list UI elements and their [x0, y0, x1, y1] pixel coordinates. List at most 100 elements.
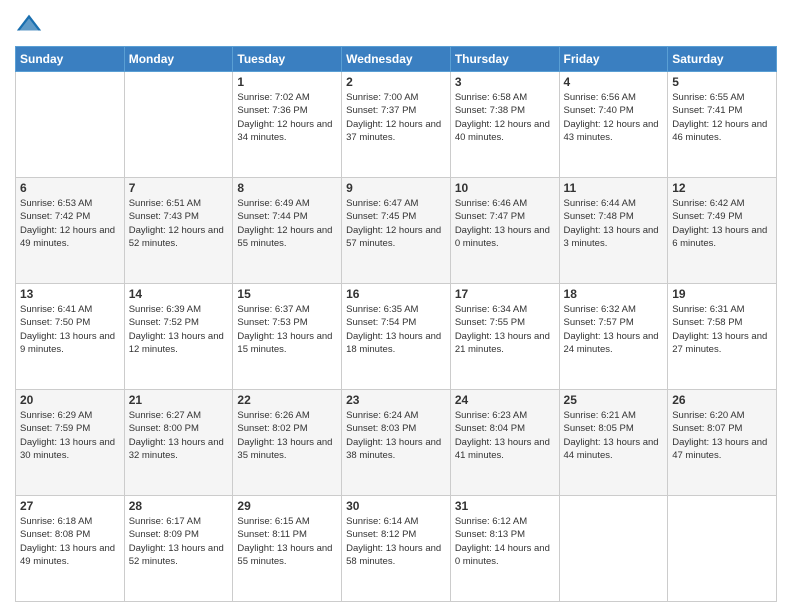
day-number: 30 [346, 499, 446, 513]
calendar-cell: 22 Sunrise: 6:26 AM Sunset: 8:02 PM Dayli… [233, 390, 342, 496]
calendar-cell: 25 Sunrise: 6:21 AM Sunset: 8:05 PM Dayli… [559, 390, 668, 496]
day-info: Sunrise: 6:55 AM Sunset: 7:41 PM Dayligh… [672, 91, 772, 144]
day-number: 28 [129, 499, 229, 513]
calendar-cell: 26 Sunrise: 6:20 AM Sunset: 8:07 PM Dayli… [668, 390, 777, 496]
calendar-cell: 29Sunrise: 6:15 AM Sunset: 8:11 PM Dayli… [233, 496, 342, 602]
day-header-sunday: Sunday [16, 47, 125, 72]
day-header-wednesday: Wednesday [342, 47, 451, 72]
calendar-header-row: SundayMondayTuesdayWednesdayThursdayFrid… [16, 47, 777, 72]
day-number: 8 [237, 181, 337, 195]
day-header-tuesday: Tuesday [233, 47, 342, 72]
day-number: 16 [346, 287, 446, 301]
day-number: 24 [455, 393, 555, 407]
day-info: Sunrise: 6:23 AM Sunset: 8:04 PM Dayligh… [455, 409, 555, 462]
calendar-cell: 15Sunrise: 6:37 AM Sunset: 7:53 PM Dayli… [233, 284, 342, 390]
day-info: Sunrise: 6:31 AM Sunset: 7:58 PM Dayligh… [672, 303, 772, 356]
day-number: 26 [672, 393, 772, 407]
day-number: 29 [237, 499, 337, 513]
calendar-cell: 9Sunrise: 6:47 AM Sunset: 7:45 PM Daylig… [342, 178, 451, 284]
logo [15, 10, 45, 38]
day-info: Sunrise: 6:17 AM Sunset: 8:09 PM Dayligh… [129, 515, 229, 568]
calendar-cell: 31Sunrise: 6:12 AM Sunset: 8:13 PM Dayli… [450, 496, 559, 602]
day-info: Sunrise: 6:58 AM Sunset: 7:38 PM Dayligh… [455, 91, 555, 144]
day-info: Sunrise: 6:21 AM Sunset: 8:05 PM Dayligh… [564, 409, 664, 462]
calendar-cell: 10 Sunrise: 6:46 AM Sunset: 7:47 PM Dayli… [450, 178, 559, 284]
day-number: 4 [564, 75, 664, 89]
day-info: Sunrise: 6:49 AM Sunset: 7:44 PM Dayligh… [237, 197, 337, 250]
day-number: 21 [129, 393, 229, 407]
calendar-cell: 18 Sunrise: 6:32 AM Sunset: 7:57 PM Dayli… [559, 284, 668, 390]
calendar-cell: 11 Sunrise: 6:44 AM Sunset: 7:48 PM Dayli… [559, 178, 668, 284]
header [15, 10, 777, 38]
day-info: Sunrise: 6:34 AM Sunset: 7:55 PM Dayligh… [455, 303, 555, 356]
calendar-cell: 17 Sunrise: 6:34 AM Sunset: 7:55 PM Dayli… [450, 284, 559, 390]
calendar-cell: 28 Sunrise: 6:17 AM Sunset: 8:09 PM Dayli… [124, 496, 233, 602]
day-info: Sunrise: 6:51 AM Sunset: 7:43 PM Dayligh… [129, 197, 229, 250]
day-number: 13 [20, 287, 120, 301]
day-info: Sunrise: 6:53 AM Sunset: 7:42 PM Dayligh… [20, 197, 120, 250]
calendar-cell [124, 72, 233, 178]
day-number: 23 [346, 393, 446, 407]
day-number: 18 [564, 287, 664, 301]
day-info: Sunrise: 6:32 AM Sunset: 7:57 PM Dayligh… [564, 303, 664, 356]
calendar-cell [559, 496, 668, 602]
calendar-cell: 24 Sunrise: 6:23 AM Sunset: 8:04 PM Dayli… [450, 390, 559, 496]
day-info: Sunrise: 7:02 AM Sunset: 7:36 PM Dayligh… [237, 91, 337, 144]
day-info: Sunrise: 6:24 AM Sunset: 8:03 PM Dayligh… [346, 409, 446, 462]
calendar-cell: 16 Sunrise: 6:35 AM Sunset: 7:54 PM Dayli… [342, 284, 451, 390]
day-info: Sunrise: 6:41 AM Sunset: 7:50 PM Dayligh… [20, 303, 120, 356]
day-number: 17 [455, 287, 555, 301]
day-number: 31 [455, 499, 555, 513]
calendar-cell: 14 Sunrise: 6:39 AM Sunset: 7:52 PM Dayli… [124, 284, 233, 390]
day-info: Sunrise: 6:35 AM Sunset: 7:54 PM Dayligh… [346, 303, 446, 356]
day-number: 12 [672, 181, 772, 195]
day-header-friday: Friday [559, 47, 668, 72]
day-number: 1 [237, 75, 337, 89]
calendar-cell: 23 Sunrise: 6:24 AM Sunset: 8:03 PM Dayli… [342, 390, 451, 496]
day-info: Sunrise: 6:14 AM Sunset: 8:12 PM Dayligh… [346, 515, 446, 568]
calendar-page: SundayMondayTuesdayWednesdayThursdayFrid… [0, 0, 792, 612]
calendar-week-1: 1 Sunrise: 7:02 AM Sunset: 7:36 PM Daylig… [16, 72, 777, 178]
day-info: Sunrise: 6:26 AM Sunset: 8:02 PM Dayligh… [237, 409, 337, 462]
day-number: 10 [455, 181, 555, 195]
calendar-cell: 6Sunrise: 6:53 AM Sunset: 7:42 PM Daylig… [16, 178, 125, 284]
day-info: Sunrise: 6:27 AM Sunset: 8:00 PM Dayligh… [129, 409, 229, 462]
day-number: 27 [20, 499, 120, 513]
calendar-cell: 30 Sunrise: 6:14 AM Sunset: 8:12 PM Dayli… [342, 496, 451, 602]
day-number: 3 [455, 75, 555, 89]
calendar-cell: 21 Sunrise: 6:27 AM Sunset: 8:00 PM Dayli… [124, 390, 233, 496]
day-number: 22 [237, 393, 337, 407]
day-number: 14 [129, 287, 229, 301]
day-info: Sunrise: 6:39 AM Sunset: 7:52 PM Dayligh… [129, 303, 229, 356]
calendar-week-4: 20 Sunrise: 6:29 AM Sunset: 7:59 PM Dayli… [16, 390, 777, 496]
day-number: 7 [129, 181, 229, 195]
calendar-cell: 8 Sunrise: 6:49 AM Sunset: 7:44 PM Daylig… [233, 178, 342, 284]
calendar-cell: 27 Sunrise: 6:18 AM Sunset: 8:08 PM Dayli… [16, 496, 125, 602]
day-info: Sunrise: 6:18 AM Sunset: 8:08 PM Dayligh… [20, 515, 120, 568]
day-header-saturday: Saturday [668, 47, 777, 72]
calendar-table: SundayMondayTuesdayWednesdayThursdayFrid… [15, 46, 777, 602]
day-number: 20 [20, 393, 120, 407]
day-info: Sunrise: 6:20 AM Sunset: 8:07 PM Dayligh… [672, 409, 772, 462]
day-number: 11 [564, 181, 664, 195]
calendar-cell: 4Sunrise: 6:56 AM Sunset: 7:40 PM Daylig… [559, 72, 668, 178]
calendar-cell: 7 Sunrise: 6:51 AM Sunset: 7:43 PM Daylig… [124, 178, 233, 284]
calendar-cell: 12 Sunrise: 6:42 AM Sunset: 7:49 PM Dayli… [668, 178, 777, 284]
calendar-week-2: 6Sunrise: 6:53 AM Sunset: 7:42 PM Daylig… [16, 178, 777, 284]
day-header-thursday: Thursday [450, 47, 559, 72]
calendar-cell [668, 496, 777, 602]
day-info: Sunrise: 6:29 AM Sunset: 7:59 PM Dayligh… [20, 409, 120, 462]
calendar-cell: 2 Sunrise: 7:00 AM Sunset: 7:37 PM Daylig… [342, 72, 451, 178]
day-info: Sunrise: 7:00 AM Sunset: 7:37 PM Dayligh… [346, 91, 446, 144]
day-info: Sunrise: 6:42 AM Sunset: 7:49 PM Dayligh… [672, 197, 772, 250]
day-header-monday: Monday [124, 47, 233, 72]
calendar-week-5: 27 Sunrise: 6:18 AM Sunset: 8:08 PM Dayli… [16, 496, 777, 602]
calendar-cell: 5Sunrise: 6:55 AM Sunset: 7:41 PM Daylig… [668, 72, 777, 178]
day-number: 15 [237, 287, 337, 301]
calendar-cell: 1 Sunrise: 7:02 AM Sunset: 7:36 PM Daylig… [233, 72, 342, 178]
day-number: 2 [346, 75, 446, 89]
day-info: Sunrise: 6:46 AM Sunset: 7:47 PM Dayligh… [455, 197, 555, 250]
day-number: 25 [564, 393, 664, 407]
day-info: Sunrise: 6:44 AM Sunset: 7:48 PM Dayligh… [564, 197, 664, 250]
day-info: Sunrise: 6:47 AM Sunset: 7:45 PM Dayligh… [346, 197, 446, 250]
